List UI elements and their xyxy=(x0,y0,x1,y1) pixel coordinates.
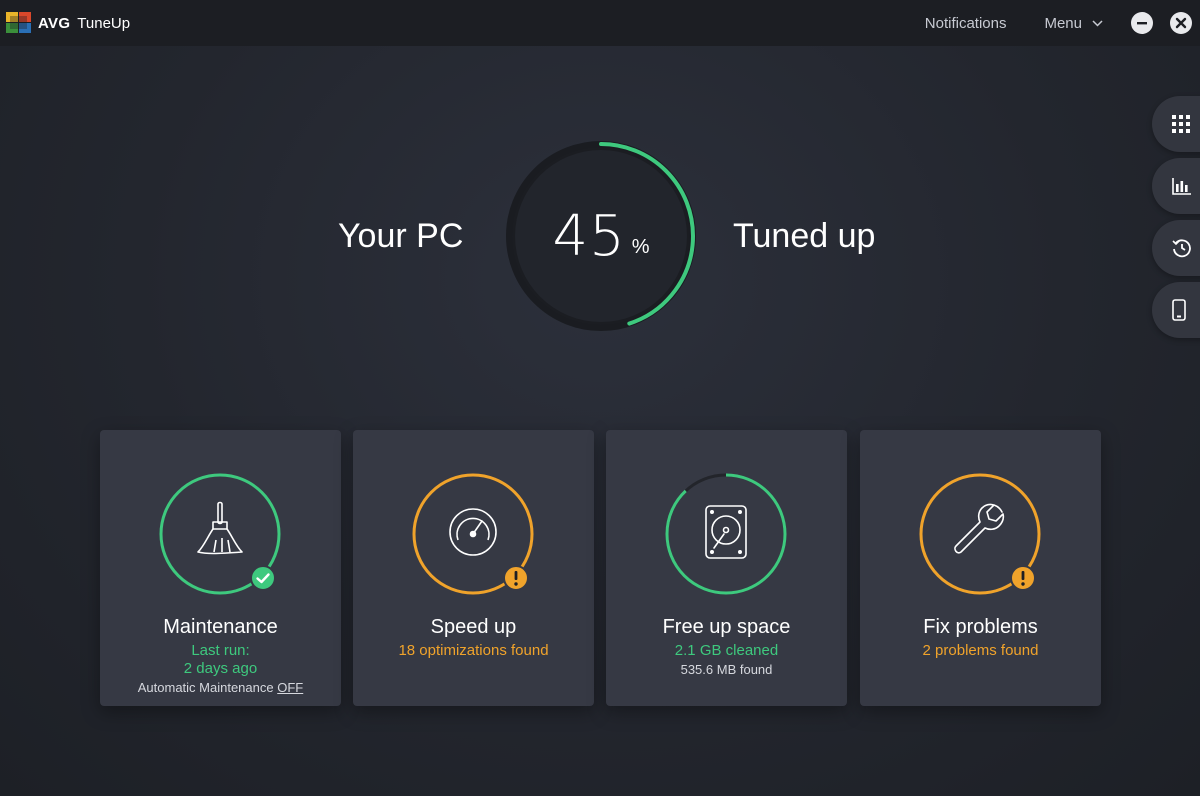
all-functions-button[interactable] xyxy=(1152,96,1200,152)
title-bar: AVG TuneUp Notifications Menu xyxy=(0,0,1200,46)
history-icon xyxy=(1172,239,1191,258)
history-button[interactable] xyxy=(1152,220,1200,276)
free-up-space-card[interactable]: Free up space 2.1 GB cleaned 535.6 MB fo… xyxy=(606,430,847,706)
close-icon xyxy=(1175,17,1187,29)
close-button[interactable] xyxy=(1170,12,1192,34)
notifications-link[interactable]: Notifications xyxy=(925,15,1007,32)
hero-left-text: Your PC xyxy=(338,217,464,255)
card-title: Fix problems xyxy=(923,616,1038,638)
warning-badge-icon xyxy=(503,565,529,591)
space-cleaned-status: 2.1 GB cleaned xyxy=(674,642,779,659)
minimize-button[interactable] xyxy=(1131,12,1153,34)
tuneup-percent: 45 xyxy=(552,203,626,269)
mobile-icon xyxy=(1172,299,1186,321)
warning-badge-icon xyxy=(1010,565,1036,591)
menu-button[interactable]: Menu xyxy=(1044,15,1103,32)
minimize-icon xyxy=(1137,22,1147,25)
statistics-button[interactable] xyxy=(1152,158,1200,214)
product-name: TuneUp xyxy=(77,14,131,32)
chevron-down-icon xyxy=(1092,19,1103,27)
free-up-space-progress-arc xyxy=(665,473,787,595)
grid-icon xyxy=(1172,115,1190,133)
mobile-button[interactable] xyxy=(1152,282,1200,338)
side-rail xyxy=(1152,96,1200,344)
app-logo: AVG TuneUp xyxy=(6,12,130,34)
automatic-maintenance-label: Automatic Maintenance xyxy=(137,680,274,695)
brand-name: AVG xyxy=(38,14,71,32)
tuneup-status: Your PC 45 % Tuned up xyxy=(0,138,1200,334)
hero-right-text: Tuned up xyxy=(733,217,876,255)
wrench-icon xyxy=(954,503,1005,554)
free-up-space-ring xyxy=(665,473,787,595)
avg-logo-icon xyxy=(6,12,31,33)
automatic-maintenance-toggle-link[interactable]: OFF xyxy=(277,680,303,695)
automatic-maintenance-status: Automatic Maintenance OFF xyxy=(100,680,341,695)
space-found-status: 535.6 MB found xyxy=(680,662,773,677)
speedometer-icon xyxy=(449,508,497,556)
card-title: Free up space xyxy=(662,616,791,638)
percent-unit: % xyxy=(631,235,650,258)
maintenance-last-run-value: 2 days ago xyxy=(183,660,258,677)
fix-problems-status: 2 problems found xyxy=(922,642,1039,659)
feature-cards: Maintenance Last run: 2 days ago Automat… xyxy=(100,430,1101,706)
stats-chart-icon xyxy=(1172,178,1191,195)
hard-drive-icon xyxy=(705,505,747,559)
tuneup-gauge: 45 % xyxy=(503,138,699,334)
card-title: Speed up xyxy=(430,616,517,638)
check-badge-icon xyxy=(250,565,276,591)
card-title: Maintenance xyxy=(163,616,278,638)
fix-problems-card[interactable]: Fix problems 2 problems found xyxy=(860,430,1101,706)
maintenance-card[interactable]: Maintenance Last run: 2 days ago Automat… xyxy=(100,430,341,706)
speed-up-status: 18 optimizations found xyxy=(398,642,549,659)
maintenance-last-run-label: Last run: xyxy=(191,642,250,659)
broom-icon xyxy=(197,501,243,555)
menu-label: Menu xyxy=(1044,14,1082,32)
speed-up-card[interactable]: Speed up 18 optimizations found xyxy=(353,430,594,706)
